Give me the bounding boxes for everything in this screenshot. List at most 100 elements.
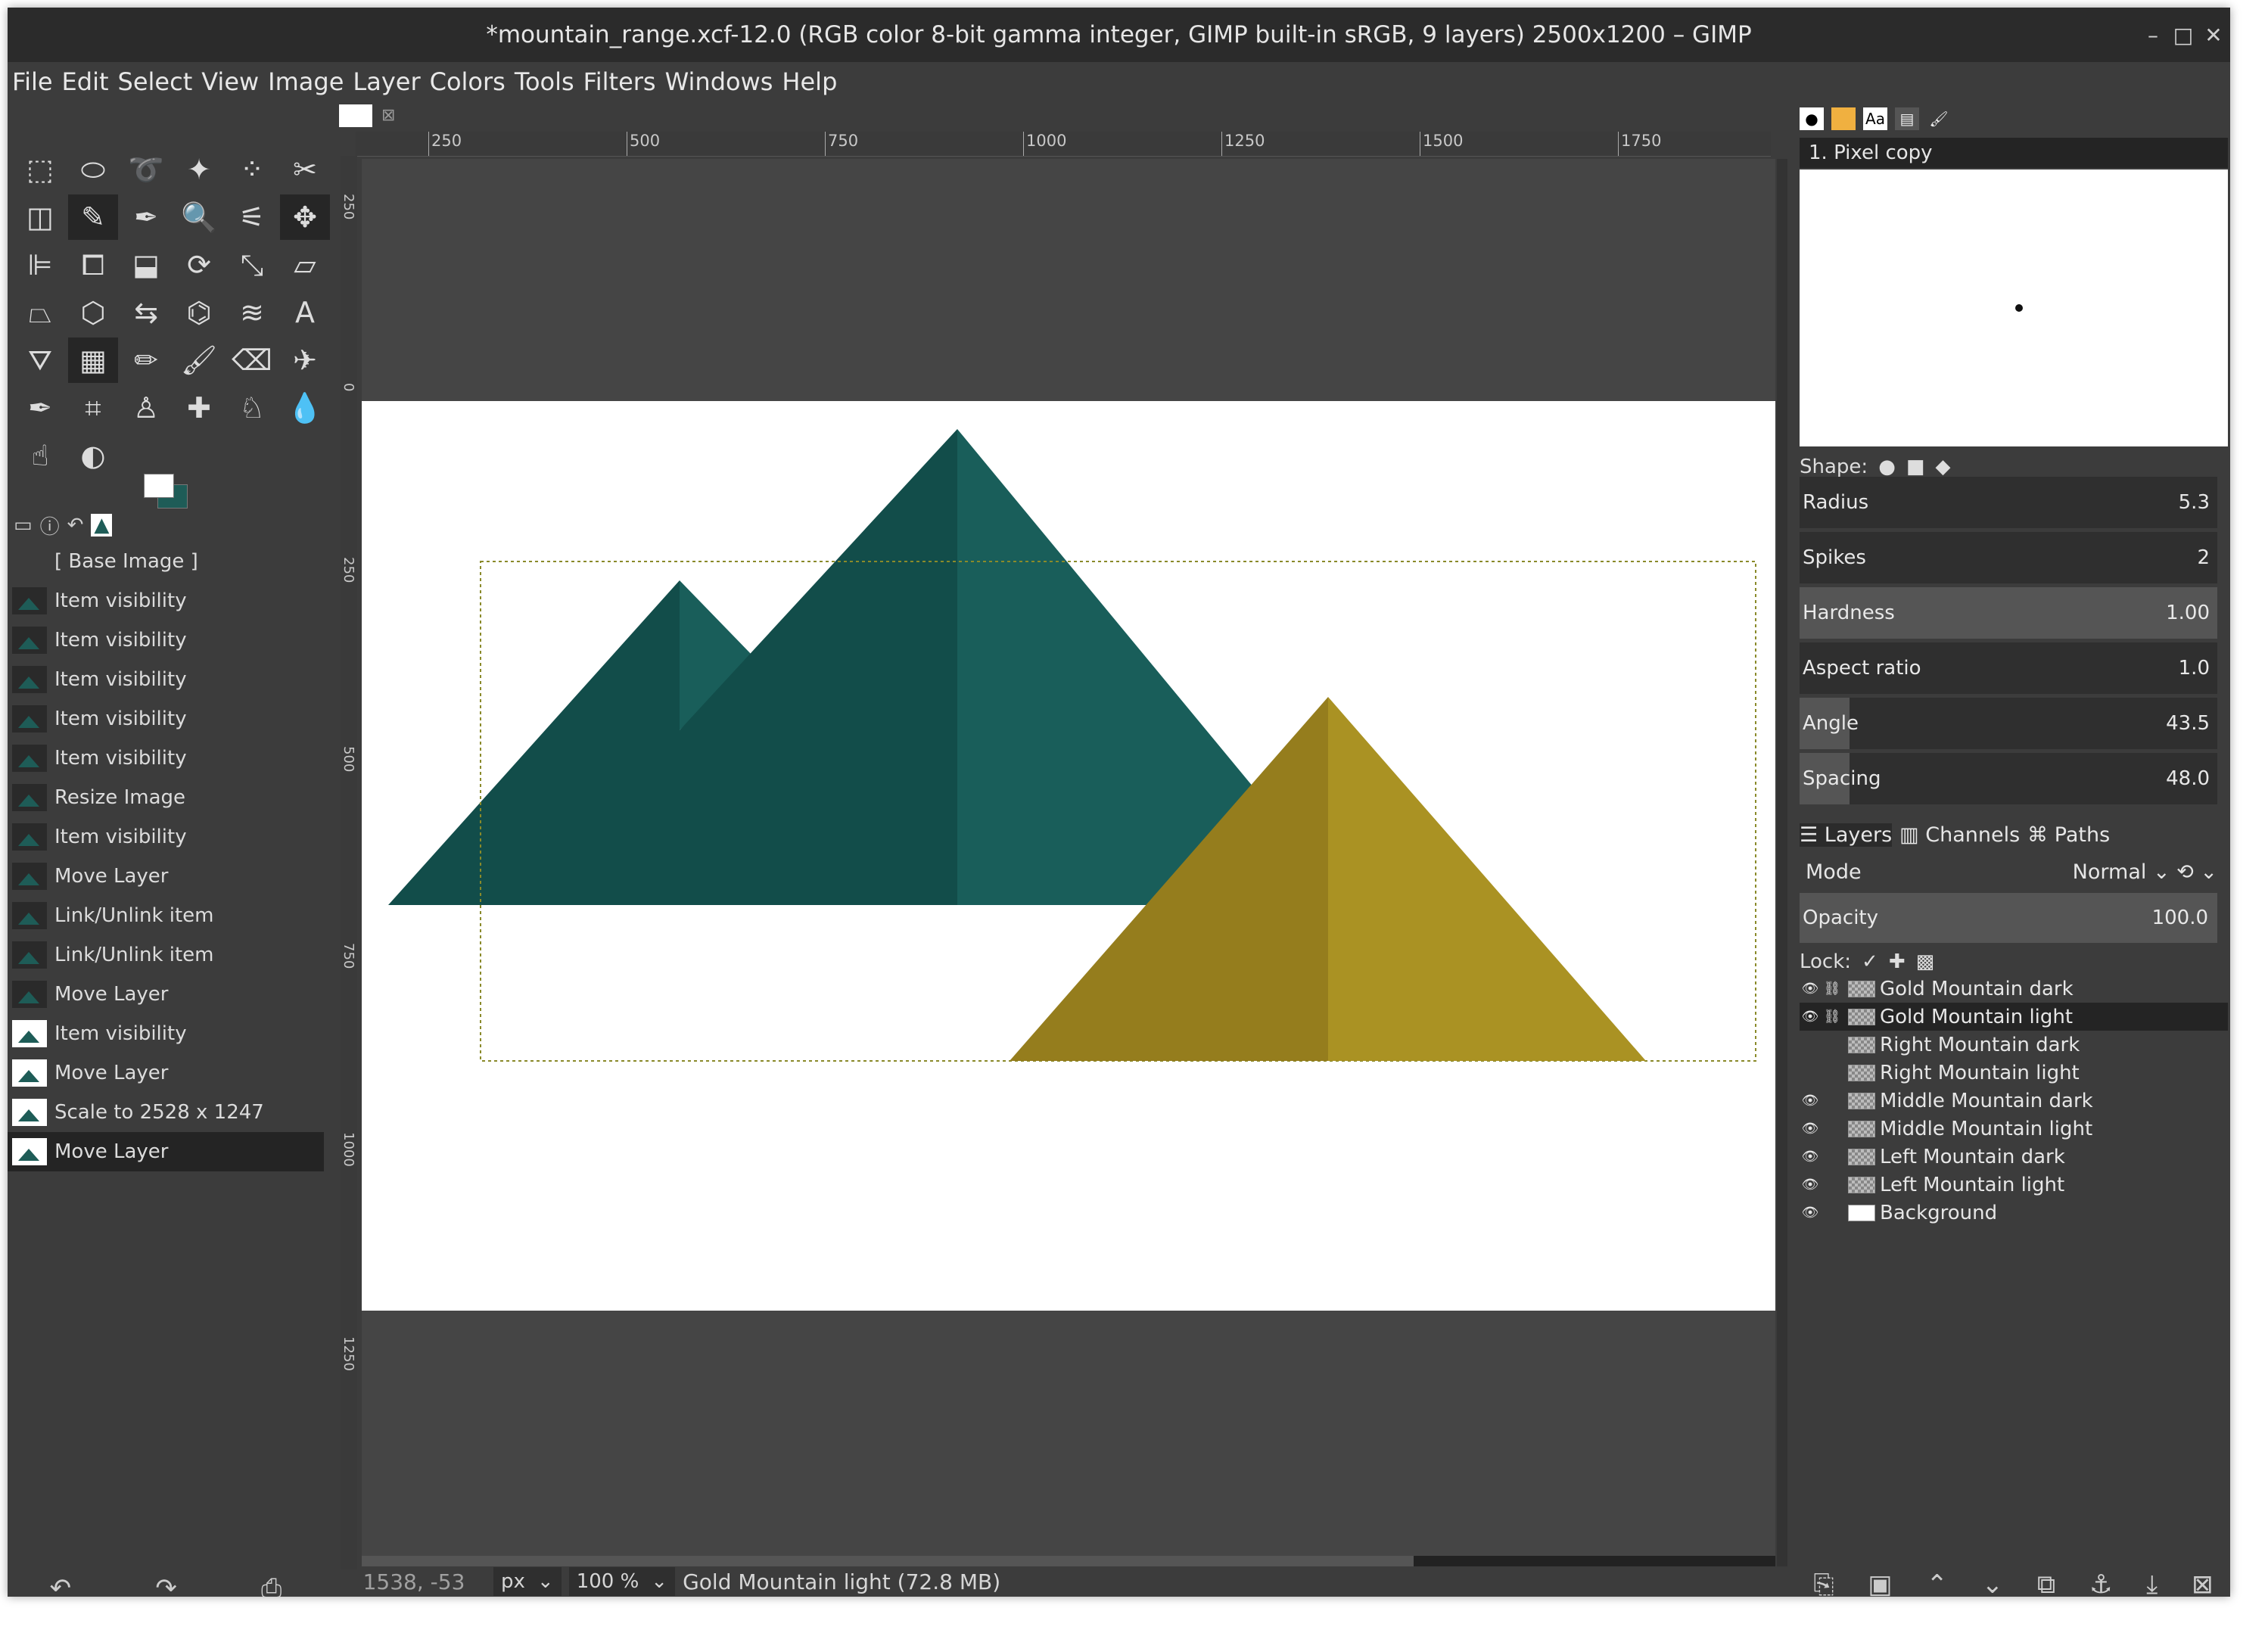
tab-channels[interactable]: ▥ Channels — [1899, 823, 2020, 847]
dodge-burn-tool-icon[interactable]: ◐ — [68, 433, 118, 478]
brush-spacing-slider[interactable]: Spacing 48.0 — [1800, 753, 2217, 804]
airbrush-tool-icon[interactable]: ✈ — [280, 337, 330, 383]
delete-layer-icon[interactable]: ⊠ — [2192, 1569, 2214, 1597]
image-tab-thumbnail[interactable] — [339, 104, 372, 127]
tab-paths[interactable]: ⌘ Paths — [2027, 823, 2110, 847]
undo-history-item[interactable]: Move Layer — [8, 1053, 324, 1093]
undo-history-item[interactable]: Item visibility — [8, 621, 324, 660]
undo-history-item[interactable]: Item visibility — [8, 1014, 324, 1053]
lock-position-icon[interactable]: ✚ — [1889, 950, 1906, 973]
lock-pixels-icon[interactable]: ✓ — [1862, 950, 1878, 973]
undo-history-item[interactable]: Move Layer — [8, 975, 324, 1014]
text-tool-icon[interactable]: A — [280, 290, 330, 335]
menu-tools[interactable]: Tools — [510, 67, 579, 96]
unit-select[interactable]: px ⌄ — [493, 1567, 562, 1596]
blur-tool-icon[interactable]: 💧 — [280, 385, 330, 431]
undo-history-item[interactable]: Item visibility — [8, 660, 324, 699]
menu-edit[interactable]: Edit — [58, 67, 114, 96]
shape-square-icon[interactable]: ■ — [1906, 456, 1925, 478]
tab-layers[interactable]: ☰ Layers — [1800, 823, 1893, 847]
fuzzy-select-tool-icon[interactable]: ✦ — [174, 147, 224, 192]
layer-row[interactable]: 👁 ⛓ Gold Mountain dark — [1800, 975, 2228, 1003]
zoom-select[interactable]: 100 % ⌄ — [568, 1567, 676, 1596]
3d-transform-tool-icon[interactable]: ⬡ — [68, 290, 118, 335]
undo-history-item[interactable]: Scale to 2528 x 1247 — [8, 1093, 324, 1132]
smudge-tool-icon[interactable]: ☝ — [15, 433, 65, 478]
cage-transform-tool-icon[interactable]: ⌬ — [174, 290, 224, 335]
flip-tool-icon[interactable]: ⇆ — [121, 290, 171, 335]
menu-file[interactable]: File — [8, 67, 58, 96]
visibility-eye-icon[interactable]: 👁 — [1800, 1205, 1821, 1221]
close-button[interactable]: ✕ — [2198, 20, 2229, 50]
foreground-color[interactable] — [144, 474, 174, 498]
ellipse-select-tool-icon[interactable]: ⬭ — [68, 147, 118, 192]
color-picker-tool-icon[interactable]: ✒ — [121, 194, 171, 240]
undo-history-item[interactable]: Item visibility — [8, 699, 324, 739]
move-tool-icon[interactable]: ✥ — [280, 194, 330, 240]
brush-radius-slider[interactable]: Radius 5.3 — [1800, 477, 2217, 528]
shape-circle-icon[interactable]: ● — [1878, 456, 1896, 478]
chain-link-icon[interactable]: ⛓ — [1821, 981, 1843, 997]
menu-windows[interactable]: Windows — [661, 67, 778, 96]
image-canvas[interactable] — [362, 401, 1775, 1311]
undo-history-item[interactable]: Item visibility — [8, 817, 324, 857]
scrollbar-thumb[interactable] — [362, 1556, 1414, 1566]
undo-history-item[interactable]: Move Layer — [8, 1132, 324, 1171]
merge-layer-icon[interactable]: ⤓ — [2146, 1569, 2158, 1597]
redo-icon[interactable]: ↷ — [155, 1573, 177, 1597]
shear-tool-icon[interactable]: ▱ — [280, 242, 330, 288]
opacity-slider[interactable]: Opacity 100.0 — [1800, 893, 2217, 943]
unified-transform-tool-icon[interactable]: ⬓ — [121, 242, 171, 288]
images-tab-icon[interactable]: ▲ — [91, 514, 113, 537]
vertical-ruler[interactable]: 250 0 250 500 750 1000 1250 — [341, 156, 357, 1569]
tool-options-tab-icon[interactable]: ▭ — [14, 514, 33, 537]
brush-preview[interactable] — [1800, 170, 2228, 446]
document-history-tab-icon[interactable]: ▤ — [1895, 107, 1919, 130]
visibility-eye-icon[interactable]: 👁 — [1800, 1009, 1821, 1025]
menu-select[interactable]: Select — [114, 67, 198, 96]
undo-history-tab-icon[interactable]: ↶ — [67, 514, 84, 537]
menu-layer[interactable]: Layer — [348, 67, 425, 96]
new-layer-icon[interactable]: ⎘ — [1813, 1569, 1834, 1597]
layer-row[interactable]: 👁 Middle Mountain light — [1800, 1115, 2228, 1143]
paintbrush-tool-icon[interactable]: 🖌 — [174, 337, 224, 383]
bucket-fill-tool-icon[interactable]: ⛛ — [15, 337, 65, 383]
menu-image[interactable]: Image — [263, 67, 348, 96]
brush-aspect-ratio-slider[interactable]: Aspect ratio 1.0 — [1800, 642, 2217, 694]
visibility-eye-icon[interactable]: 👁 — [1800, 1149, 1821, 1165]
zoom-tool-icon[interactable]: 🔍 — [174, 194, 224, 240]
layer-row[interactable]: Right Mountain dark — [1800, 1031, 2228, 1059]
menu-view[interactable]: View — [197, 67, 263, 96]
undo-history-item[interactable]: Link/Unlink item — [8, 896, 324, 935]
shape-diamond-icon[interactable]: ◆ — [1935, 456, 1950, 478]
canvas-viewport[interactable] — [362, 159, 1775, 1566]
scissors-tool-icon[interactable]: ✂ — [280, 147, 330, 192]
brushes-tab-icon[interactable]: ● — [1800, 107, 1824, 130]
anchor-layer-icon[interactable]: ⚓ — [2089, 1569, 2112, 1597]
crop-tool-icon[interactable]: ⧠ — [68, 242, 118, 288]
raise-layer-icon[interactable]: ⌃ — [1926, 1569, 1948, 1597]
visibility-eye-icon[interactable]: 👁 — [1800, 1177, 1821, 1193]
perspective-clone-tool-icon[interactable]: ♘ — [227, 385, 277, 431]
eraser-tool-icon[interactable]: ⌫ — [227, 337, 277, 383]
patterns-tab-icon[interactable] — [1831, 107, 1856, 130]
gradient-tool-icon[interactable]: ▦ — [68, 337, 118, 383]
undo-history-item[interactable]: Link/Unlink item — [8, 935, 324, 975]
visibility-eye-icon[interactable]: 👁 — [1800, 1093, 1821, 1109]
brush-editor-tab-icon[interactable]: 🖌 — [1927, 107, 1951, 130]
layer-row[interactable]: 👁 Background — [1800, 1199, 2228, 1227]
ink-tool-icon[interactable]: ✒ — [15, 385, 65, 431]
mode-select[interactable]: Normal ⌄ ⟲ ⌄ — [2073, 860, 2217, 884]
heal-tool-icon[interactable]: ✚ — [174, 385, 224, 431]
clone-tool-icon[interactable]: ♙ — [121, 385, 171, 431]
fonts-tab-icon[interactable]: Aa — [1863, 107, 1887, 130]
visibility-eye-icon[interactable]: 👁 — [1800, 1121, 1821, 1137]
clear-history-icon[interactable]: ⎙ — [261, 1573, 282, 1597]
maximize-button[interactable]: □ — [2168, 20, 2198, 50]
lock-alpha-icon[interactable]: ▩ — [1916, 950, 1935, 973]
undo-history-item[interactable]: Item visibility — [8, 581, 324, 621]
layer-row[interactable]: 👁 Left Mountain dark — [1800, 1143, 2228, 1171]
horizontal-scrollbar[interactable] — [362, 1556, 1775, 1566]
undo-history-item[interactable]: Resize Image — [8, 778, 324, 817]
undo-history-item[interactable]: Item visibility — [8, 739, 324, 778]
